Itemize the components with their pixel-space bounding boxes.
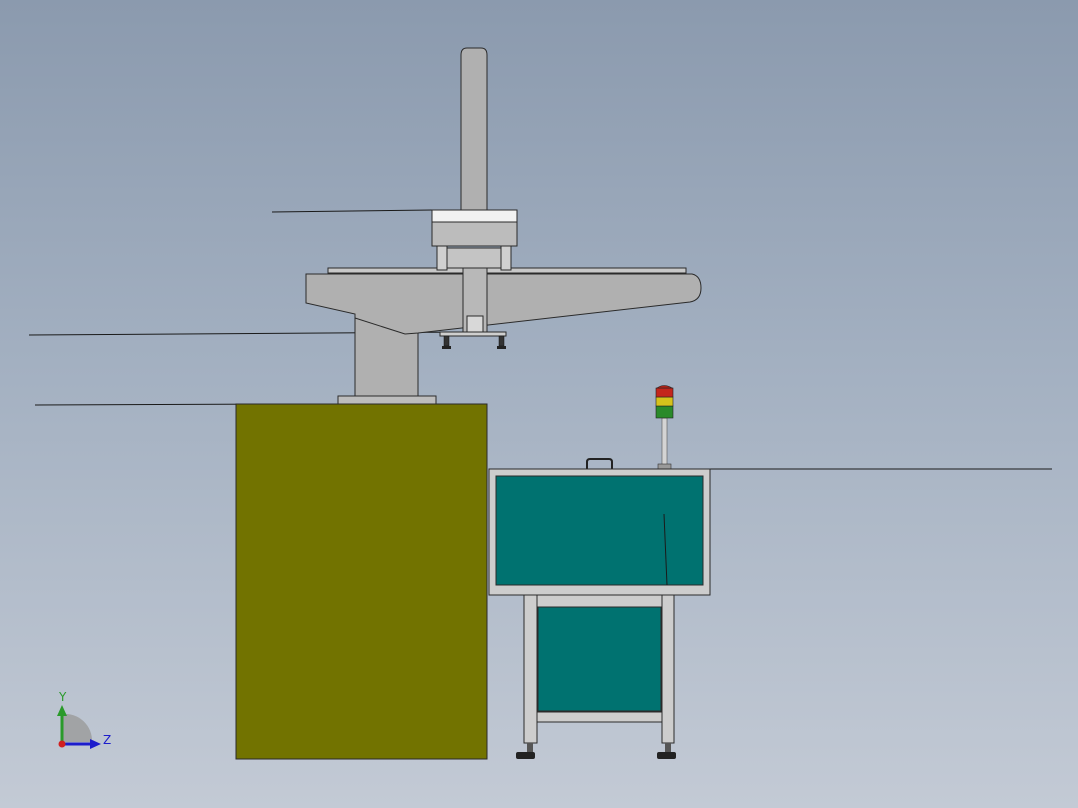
graphics-viewport[interactable]: Y Z xyxy=(0,0,1078,808)
signal-tower-base xyxy=(657,463,672,470)
main-cabinet[interactable] xyxy=(235,403,488,760)
y-axis-label: Y xyxy=(58,690,67,704)
reference-lines xyxy=(28,209,1052,470)
y-axis-arrow-icon xyxy=(57,705,67,716)
foot-right-pad xyxy=(657,752,676,759)
gripper-plate xyxy=(439,331,507,337)
pedestal-base-plate xyxy=(337,395,437,405)
triad-origin-icon xyxy=(58,740,66,748)
carriage-top-plate xyxy=(431,209,518,223)
cabinet-body xyxy=(235,403,488,760)
gripper-block xyxy=(466,315,484,333)
cad-model-view[interactable]: Y Z xyxy=(0,0,1078,808)
carriage-block xyxy=(431,221,518,247)
foot-left-stem xyxy=(527,743,533,752)
coordinate-triad[interactable]: Y Z xyxy=(57,690,111,749)
signal-tower[interactable] xyxy=(655,385,674,470)
carriage-mid-plate xyxy=(446,247,502,269)
lower-panel xyxy=(537,606,662,712)
z-column-rod xyxy=(460,47,488,211)
reference-line xyxy=(271,209,433,213)
foot-right-stem xyxy=(665,743,671,752)
stand-leg-left xyxy=(523,594,538,744)
signal-tower-cap xyxy=(656,385,674,389)
z-axis-arrow-icon xyxy=(90,739,101,749)
guide-right xyxy=(500,245,512,271)
signal-light-amber xyxy=(655,396,674,407)
signal-light-red xyxy=(655,387,674,398)
stand-leg-right xyxy=(661,594,675,744)
signal-light-green xyxy=(655,405,674,419)
suction-cup-left xyxy=(443,335,450,347)
side-machine-upper[interactable] xyxy=(488,458,711,596)
z-axis-label: Z xyxy=(103,733,111,747)
suction-cup-left-tip xyxy=(442,346,451,349)
side-machine-stand[interactable] xyxy=(516,594,676,759)
upper-panel xyxy=(495,475,704,586)
suction-cup-right-tip xyxy=(497,346,506,349)
suction-cup-right xyxy=(498,335,505,347)
signal-tower-pole xyxy=(661,417,668,468)
foot-left-pad xyxy=(516,752,535,759)
guide-left xyxy=(436,245,448,271)
handle-icon[interactable] xyxy=(586,458,613,469)
triad-plane-icon xyxy=(62,713,93,742)
stand-lower-rail xyxy=(536,711,663,723)
